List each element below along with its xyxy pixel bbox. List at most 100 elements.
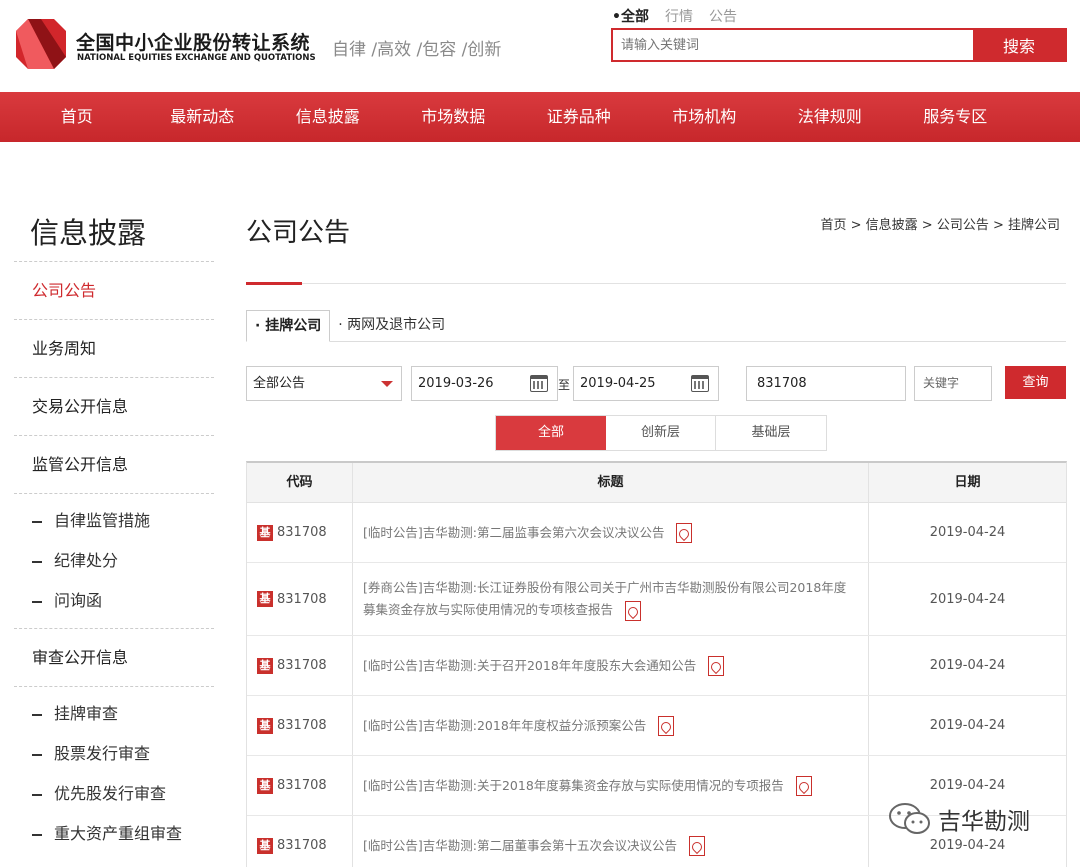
sidebar-item-company-announcements[interactable]: 公司公告 [14,261,214,319]
title-cell[interactable]: [临时公告]吉华勘测:关于2018年度募集资金存放与实际使用情况的专项报告 [353,756,869,815]
table-row: 基 831708 [临时公告]吉华勘测:关于召开2018年年度股东大会通知公告 2… [247,636,1066,696]
nav-home[interactable]: 首页 [14,92,140,142]
code-cell: 基 831708 [247,696,353,755]
date-cell: 2019-04-24 [929,718,1006,733]
search-input[interactable] [613,30,973,60]
code-cell: 基 831708 [247,503,353,562]
table-header: 代码 标题 日期 [247,463,1066,503]
pdf-icon[interactable] [688,835,705,856]
nav-news[interactable]: 最新动态 [140,92,266,142]
title-cell[interactable]: [临时公告]吉华勘测:第二届董事会第十五次会议决议公告 [353,816,869,867]
wechat-icon [889,803,930,834]
query-button[interactable]: 查询 [1005,366,1066,399]
tier-basic[interactable]: 基础层 [716,416,826,450]
tier-innovation[interactable]: 创新层 [606,416,716,450]
sidebar: 公司公告 业务周知 交易公开信息 监管公开信息 自律监管措施 纪律处分 问询函 … [14,261,214,861]
pdf-icon[interactable] [708,655,725,676]
search-tab-all[interactable]: •全部 [612,6,649,26]
sidebar-sub-self-regulation[interactable]: 自律监管措施 [14,501,214,541]
sidebar-sub-stock-issue-review[interactable]: 股票发行审查 [14,734,214,774]
column-header-code: 代码 [247,463,353,502]
date-from-input[interactable]: 2019-03-26 [411,366,558,401]
announcement-link[interactable]: [临时公告]吉华勘测:关于召开2018年年度股东大会通知公告 [363,655,696,677]
pdf-icon[interactable] [795,775,812,796]
page-title: 公司公告 [246,218,351,248]
column-header-title: 标题 [353,463,869,502]
stock-code-input[interactable]: 831708 [746,366,906,401]
title-cell[interactable]: [券商公告]吉华勘测:长江证券股份有限公司关于广州市吉华勘测股份有限公司2018… [353,563,869,635]
breadcrumb[interactable]: 首页 > 信息披露 > 公司公告 > 挂牌公司 [821,214,1060,233]
announcement-type-value: 全部公告 [253,376,306,391]
dash-icon [32,793,42,796]
title-cell[interactable]: [临时公告]吉华勘测:2018年年度权益分派预案公告 [353,696,869,755]
calendar-icon[interactable] [691,375,709,392]
calendar-icon[interactable] [530,375,548,392]
tier-badge-icon: 基 [257,717,273,734]
title-cell[interactable]: [临时公告]吉华勘测:第二届监事会第六次会议决议公告 [353,503,869,562]
announcement-link[interactable]: [临时公告]吉华勘测:关于2018年度募集资金存放与实际使用情况的专项报告 [363,775,784,797]
chevron-down-icon [381,381,393,387]
code-cell: 基 831708 [247,563,353,635]
announcement-link[interactable]: [临时公告]吉华勘测:第二届监事会第六次会议决议公告 [363,522,664,544]
nav-securities[interactable]: 证券品种 [516,92,642,142]
sidebar-item-supervision-info[interactable]: 监管公开信息 [14,435,214,493]
announcement-link[interactable]: [临时公告]吉华勘测:2018年年度权益分派预案公告 [363,715,646,737]
table-row: 基 831708 [临时公告]吉华勘测:2018年年度权益分派预案公告 2019-… [247,696,1066,756]
tab-delisted-companies[interactable]: · 两网及退市公司 [330,310,453,342]
date-cell: 2019-04-24 [929,658,1006,673]
company-type-tabs: · 挂牌公司 · 两网及退市公司 [246,310,1066,342]
sidebar-item-trading-info[interactable]: 交易公开信息 [14,377,214,435]
sidebar-sub-listing-review[interactable]: 挂牌审查 [14,694,214,734]
sidebar-sub-discipline[interactable]: 纪律处分 [14,541,214,581]
sidebar-item-review-info[interactable]: 审查公开信息 [14,628,214,686]
pdf-icon[interactable] [658,715,675,736]
tier-all[interactable]: 全部 [496,416,606,450]
pdf-icon[interactable] [676,522,693,543]
nav-institutions[interactable]: 市场机构 [642,92,768,142]
nav-market-data[interactable]: 市场数据 [391,92,517,142]
keyword-input[interactable]: 关键字 [914,366,992,401]
date-from-value: 2019-03-26 [418,376,494,391]
stock-code-value: 831708 [757,376,807,391]
dash-icon [32,833,42,836]
nav-regulations[interactable]: 法律规则 [767,92,893,142]
logo-subtitle: NATIONAL EQUITIES EXCHANGE AND QUOTATION… [77,53,316,63]
code-cell: 基 831708 [247,756,353,815]
title-accent [246,282,302,285]
search-tab-market[interactable]: 行情 [665,6,693,26]
nav-disclosure[interactable]: 信息披露 [265,92,391,142]
tab-listed-companies[interactable]: · 挂牌公司 [246,310,331,342]
tier-badge-icon: 基 [257,524,273,541]
tier-filter: 全部 创新层 基础层 [495,415,827,451]
pdf-icon[interactable] [625,600,642,621]
search-tab-announcement[interactable]: 公告 [709,6,737,26]
watermark-text: 吉华勘测 [938,809,1030,835]
sidebar-sub-preferred-stock-review[interactable]: 优先股发行审查 [14,774,214,814]
logo-title[interactable]: 全国中小企业股份转让系统 [76,28,310,55]
date-cell: 2019-04-24 [929,525,1006,540]
announcement-link[interactable]: [临时公告]吉华勘测:第二届董事会第十五次会议决议公告 [363,835,677,857]
date-range-separator: 至 [558,378,571,392]
sidebar-item-business-notice[interactable]: 业务周知 [14,319,214,377]
date-cell: 2019-04-24 [929,591,1006,607]
column-header-date: 日期 [954,475,981,490]
date-to-input[interactable]: 2019-04-25 [573,366,719,401]
announcement-link[interactable]: [券商公告]吉华勘测:长江证券股份有限公司关于广州市吉华勘测股份有限公司2018… [363,577,858,621]
dash-icon [32,600,42,603]
sidebar-sub-inquiry[interactable]: 问询函 [14,581,214,621]
title-cell[interactable]: [临时公告]吉华勘测:关于召开2018年年度股东大会通知公告 [353,636,869,695]
dash-icon [32,753,42,756]
neeq-logo-icon[interactable] [14,17,68,71]
tier-badge-icon: 基 [257,657,273,674]
header: 全国中小企业股份转让系统 NATIONAL EQUITIES EXCHANGE … [0,0,1080,92]
sidebar-subgroup-review: 挂牌审查 股票发行审查 优先股发行审查 重大资产重组审查 [14,686,214,861]
search-button[interactable]: 搜索 [973,30,1065,60]
nav-services[interactable]: 服务专区 [893,92,1019,142]
wechat-watermark: 吉华勘测 [888,802,1030,836]
keyword-placeholder: 关键字 [923,376,960,390]
search-scope-tabs: •全部 行情 公告 [612,6,737,26]
announcement-type-select[interactable]: 全部公告 [246,366,402,401]
sidebar-subgroup-supervision: 自律监管措施 纪律处分 问询函 [14,493,214,628]
sidebar-sub-restructuring-review[interactable]: 重大资产重组审查 [14,814,214,854]
sidebar-title: 信息披露 [30,216,147,250]
